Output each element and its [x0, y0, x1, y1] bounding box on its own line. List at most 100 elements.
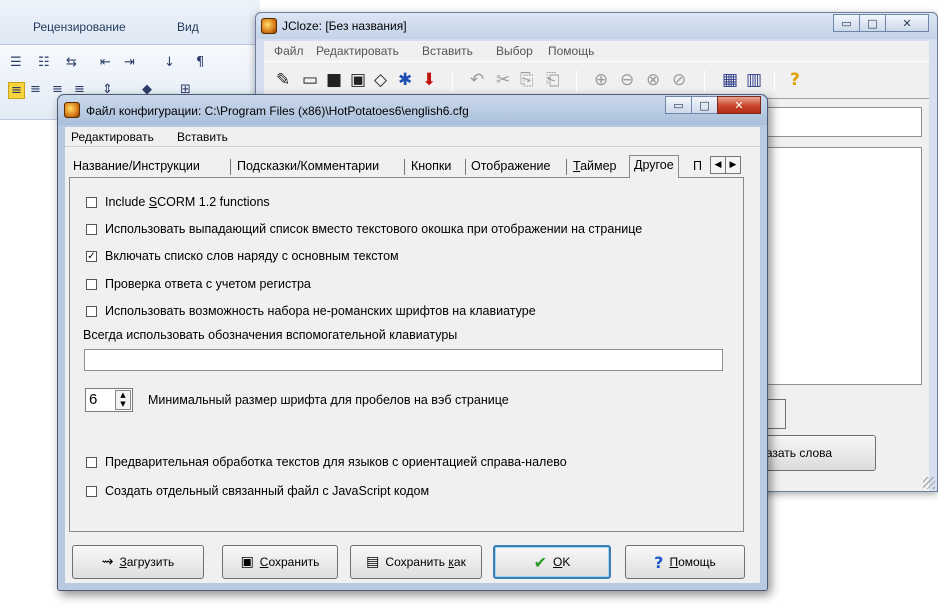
clear-gaps-icon[interactable]: ⊘ — [672, 71, 686, 89]
cut-icon[interactable]: ✂ — [496, 71, 510, 89]
config-menu-edit[interactable]: Редактировать — [71, 130, 154, 144]
checkbox-icon[interactable] — [86, 456, 97, 468]
word-tab-view[interactable]: Вид — [177, 20, 199, 34]
tab-partial[interactable]: П — [689, 157, 711, 177]
export-arrow-icon[interactable]: ⬇ — [422, 71, 436, 89]
option-rtl[interactable]: Предварительная обработка текстов для яз… — [86, 454, 567, 470]
config-menu-insert[interactable]: Вставить — [177, 130, 228, 144]
checkbox-icon[interactable] — [86, 223, 97, 235]
hot-potatoes-app-icon — [261, 18, 277, 34]
keyboard-chars-input[interactable] — [84, 349, 723, 371]
jcloze-title-field[interactable] — [764, 107, 922, 137]
align-left-icon[interactable]: ≡ — [8, 82, 25, 99]
save-disk-icon[interactable]: ■ — [326, 71, 342, 89]
menu-help[interactable]: Помощь — [548, 44, 594, 58]
option-case-sensitive[interactable]: Проверка ответа с учетом регистра — [86, 276, 311, 292]
check-mark-icon: ✔ — [533, 552, 548, 572]
tab-hints-comments[interactable]: Подсказки/Комментарии — [233, 157, 383, 177]
option-word-list[interactable]: ✓ Включать списко слов наряду с основным… — [86, 248, 399, 264]
word-tab-review[interactable]: Рецензирование — [33, 20, 126, 34]
resize-grip[interactable] — [923, 477, 935, 489]
checkbox-icon[interactable] — [86, 196, 97, 208]
tab-other[interactable]: Другое — [629, 155, 679, 178]
tab-timer[interactable]: Таймер — [569, 157, 621, 177]
paste-icon[interactable]: ⎗ — [546, 71, 560, 89]
config-menubar: Редактировать Вставить — [65, 127, 760, 147]
help-question-icon[interactable]: ? — [790, 71, 800, 89]
tab-display[interactable]: Отображение — [467, 157, 554, 177]
save-button-label: Сохранить — [259, 555, 320, 569]
save-button[interactable]: ▣ Сохранить — [222, 545, 338, 579]
delete-gap-icon[interactable]: ⊖ — [620, 71, 634, 89]
menu-edit[interactable]: Редактировать — [316, 44, 399, 58]
eraser-icon[interactable]: ◇ — [374, 71, 387, 89]
undo-icon[interactable]: ↶ — [470, 71, 484, 89]
spin-down-icon[interactable]: ▼ — [116, 400, 130, 409]
minimize-icon[interactable]: ▭ — [665, 96, 692, 114]
option-dropdown-list[interactable]: Использовать выпадающий список вместо те… — [86, 221, 642, 237]
font-size-spinner[interactable]: 6 ▲ ▼ — [85, 388, 133, 412]
save-as-disk-icon[interactable]: ▣ — [350, 71, 366, 89]
tab-scroll-left-icon[interactable]: ◀ — [710, 156, 726, 174]
tab-page-other: Include SCORM 1.2 functions Использовать… — [69, 177, 744, 532]
config-dialog: Файл конфигурации: C:\Program Files (x86… — [57, 94, 768, 591]
spinner-arrows: ▲ ▼ — [115, 390, 131, 410]
save-as-disk-icon: ▤ — [366, 554, 380, 570]
align-center-icon[interactable]: ≡ — [30, 82, 41, 97]
menu-file[interactable]: Файл — [274, 44, 304, 58]
numbering-icon[interactable]: ☷ — [38, 55, 50, 70]
checkbox-icon[interactable] — [86, 278, 97, 290]
config-window-controls: ▭ □ ✕ — [665, 96, 761, 114]
checkbox-icon[interactable] — [86, 305, 97, 317]
close-icon[interactable]: ✕ — [717, 96, 761, 114]
minimize-icon[interactable]: ▭ — [833, 14, 860, 32]
option-scorm[interactable]: Include SCORM 1.2 functions — [86, 194, 270, 210]
menu-select[interactable]: Выбор — [496, 44, 533, 58]
help-button[interactable]: ? Помощь — [625, 545, 745, 579]
decrease-indent-icon[interactable]: ⇤ — [100, 55, 111, 70]
check-mark-icon[interactable]: ✓ — [86, 250, 97, 262]
load-button-label: Загрузить — [119, 555, 175, 569]
close-icon[interactable]: ✕ — [885, 14, 929, 32]
option-nonroman-keyboard-label: Использовать возможность набора не-роман… — [105, 304, 536, 318]
save-as-button[interactable]: ▤ Сохранить как — [350, 545, 482, 579]
new-file-icon[interactable]: ✎ — [276, 71, 290, 89]
sort-icon[interactable]: ↓ — [164, 55, 175, 70]
pilcrow-icon[interactable]: ¶ — [196, 55, 204, 70]
save-disk-icon: ▣ — [240, 554, 254, 570]
jcloze-titlebar[interactable]: JCloze: [Без названия] ▭ □ ✕ — [256, 13, 937, 39]
load-button[interactable]: ⇝ Загрузить — [72, 545, 204, 579]
maximize-icon[interactable]: □ — [859, 14, 886, 32]
ok-button[interactable]: ✔ OK — [493, 545, 611, 579]
word-ribbon-tabs: Рецензирование Вид — [0, 0, 260, 45]
option-nonroman-keyboard[interactable]: Использовать возможность набора не-роман… — [86, 303, 536, 319]
option-scorm-label: Include SCORM 1.2 functions — [105, 195, 270, 209]
jcloze-text-area[interactable] — [764, 147, 922, 385]
copy-icon[interactable]: ⎘ — [520, 71, 534, 89]
auto-gap-icon[interactable]: ⊗ — [646, 71, 660, 89]
multilevel-list-icon[interactable]: ⇆ — [66, 55, 77, 70]
checkbox-icon[interactable] — [86, 485, 97, 497]
config-edit-icon[interactable]: ▥ — [746, 71, 762, 89]
config-file-icon[interactable]: ▦ — [722, 71, 738, 89]
increase-indent-icon[interactable]: ⇥ — [124, 55, 135, 70]
tab-scroll-right-icon[interactable]: ▶ — [725, 156, 741, 174]
config-titlebar[interactable]: Файл конфигурации: C:\Program Files (x86… — [58, 95, 767, 125]
open-folder-icon: ⇝ — [101, 554, 114, 570]
font-size-label: Минимальный размер шрифта для пробелов н… — [148, 393, 509, 407]
menu-insert[interactable]: Вставить — [422, 44, 473, 58]
maximize-icon[interactable]: □ — [691, 96, 718, 114]
spin-up-icon[interactable]: ▲ — [116, 391, 130, 400]
web-page-icon[interactable]: ✱ — [398, 71, 412, 89]
tab-title-instructions[interactable]: Название/Инструкции — [69, 157, 204, 177]
option-separate-js[interactable]: Создать отдельный связанный файл с JavaS… — [86, 483, 429, 499]
tab-buttons[interactable]: Кнопки — [407, 157, 455, 177]
option-case-sensitive-label: Проверка ответа с учетом регистра — [105, 277, 311, 291]
help-question-icon: ? — [654, 552, 664, 572]
help-button-label: Помощь — [669, 555, 716, 569]
add-gap-icon[interactable]: ⊕ — [594, 71, 608, 89]
bullets-icon[interactable]: ☰ — [10, 55, 22, 70]
jcloze-window-controls: ▭ □ ✕ — [833, 14, 929, 32]
open-folder-icon[interactable]: ▭ — [302, 71, 318, 89]
option-word-list-label: Включать списко слов наряду с основным т… — [105, 249, 399, 263]
